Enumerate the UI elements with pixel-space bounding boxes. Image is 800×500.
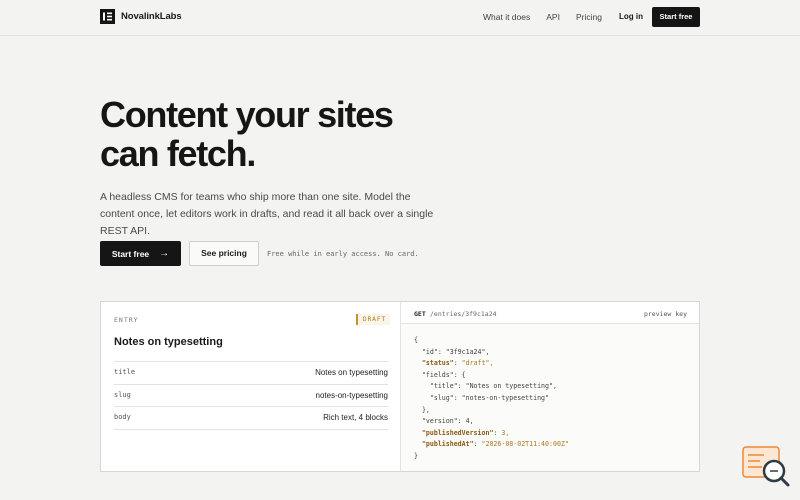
field-row-slug: slug notes-on-typesetting: [114, 385, 389, 407]
nav-start-free-button[interactable]: Start free: [652, 7, 700, 27]
early-access-note: Free while in early access. No card.: [267, 250, 419, 258]
json-line: {: [414, 336, 418, 344]
brand-name: NovalinkLabs: [121, 11, 182, 22]
preview-key-label: preview key: [643, 310, 687, 318]
hero-title-line-1: Content your sites: [100, 94, 394, 135]
nav-links: What it does API Pricing: [483, 12, 618, 22]
json-line: "id": "3f9c1a24",: [414, 347, 490, 356]
arrow-right-icon: →: [159, 248, 170, 259]
json-line: "publishedVersion": 3,: [421, 428, 510, 437]
entry-title: Notes on typesetting: [114, 336, 223, 348]
json-line: "status": "draft",: [421, 359, 494, 368]
entry-fields: title Notes on typesetting slug notes-on…: [114, 361, 388, 430]
nav-link-pricing[interactable]: Pricing: [576, 12, 602, 22]
request-bar: GET /entries/3f9c1a24 preview key: [401, 302, 699, 324]
draft-status-badge: DRAFT: [356, 314, 391, 325]
json-line: "fields": {: [414, 370, 466, 379]
json-line: "slug": "notes-on-typesetting": [414, 393, 549, 402]
json-line: "title": "Notes on typesetting",: [414, 382, 557, 391]
search-widget-icon[interactable]: [742, 446, 790, 488]
demo-card: ENTRY DRAFT Notes on typesetting title N…: [100, 301, 700, 472]
start-free-label: Start free: [111, 248, 150, 259]
field-row-title: title Notes on typesetting: [114, 362, 388, 385]
hero-title: Content your sites can fetch.: [100, 95, 520, 173]
field-value: notes-on-typesetting: [315, 390, 389, 400]
entry-pane: ENTRY DRAFT Notes on typesetting title N…: [101, 302, 401, 471]
nav-link-what-it-does[interactable]: What it does: [483, 12, 530, 22]
entry-label: ENTRY: [114, 316, 139, 324]
json-line: "publishedAt": "2026-08-02T11:40:00Z": [421, 440, 569, 449]
login-link[interactable]: Log in: [619, 12, 643, 21]
api-response-pane: GET /entries/3f9c1a24 preview key { "id"…: [401, 302, 699, 471]
field-key: title: [114, 368, 136, 376]
start-free-button[interactable]: Start free →: [100, 241, 181, 266]
field-key: slug: [114, 390, 131, 399]
logo-icon: [100, 9, 115, 24]
request-path: /entries/3f9c1a24: [430, 310, 497, 318]
brand[interactable]: NovalinkLabs: [100, 9, 182, 24]
json-line: "version": 4,: [414, 417, 474, 426]
field-value: Notes on typesetting: [315, 368, 388, 377]
hero-title-line-2: can fetch.: [100, 133, 256, 174]
nav-link-api[interactable]: API: [546, 12, 560, 22]
json-line: },: [414, 405, 430, 414]
json-response: { "id": "3f9c1a24", "status": "draft", "…: [414, 335, 569, 463]
field-row-body: body Rich text, 4 blocks: [114, 407, 388, 430]
json-line: }: [414, 451, 418, 460]
top-nav: NovalinkLabs What it does API Pricing Lo…: [0, 0, 800, 36]
field-value: Rich text, 4 blocks: [323, 413, 388, 422]
hero-subtitle: A headless CMS for teams who ship more t…: [100, 191, 434, 237]
see-pricing-button[interactable]: See pricing: [189, 241, 259, 266]
field-key: body: [114, 413, 131, 421]
http-method: GET: [414, 310, 426, 318]
